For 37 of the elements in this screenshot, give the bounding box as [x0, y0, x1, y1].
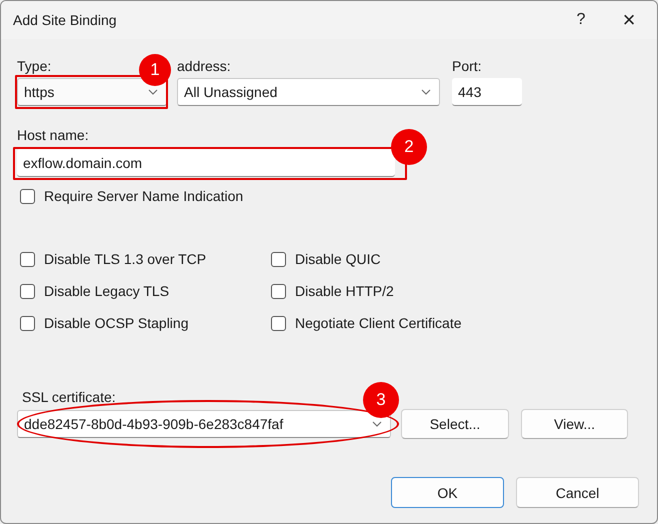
chevron-icon: [421, 89, 431, 95]
ip-address-label: address:: [177, 58, 231, 75]
checkbox-label[interactable]: Require Server Name Indication: [44, 188, 244, 204]
ssl-certificate-dropdown[interactable]: dde82457-8b0d-4b93-909b-6e283c847faf: [17, 410, 391, 438]
checkbox[interactable]: [20, 284, 35, 298]
port-field[interactable]: 443: [452, 78, 522, 106]
ssl-certificate-label: SSL certificate:: [22, 389, 116, 406]
chevron-icon: [372, 421, 382, 427]
callout-badge: 2: [391, 129, 427, 165]
checkbox-label[interactable]: Disable Legacy TLS: [44, 283, 170, 299]
certificate-button[interactable]: View...: [521, 409, 628, 439]
chevron-icon: [148, 89, 158, 95]
default-button[interactable]: OK: [391, 477, 504, 508]
ip-address-dropdown[interactable]: All Unassigned: [177, 78, 440, 106]
certificate-button[interactable]: Select...: [401, 409, 509, 439]
callout-badge: 1: [139, 54, 171, 86]
checkbox-label[interactable]: Disable QUIC: [295, 251, 381, 267]
checkbox-label[interactable]: Negotiate Client Certificate: [295, 315, 462, 331]
host-name-label: Host name:: [17, 127, 89, 144]
checkbox[interactable]: [271, 316, 286, 330]
host-name-field[interactable]: exflow.domain.com: [17, 149, 395, 177]
checkbox[interactable]: [271, 284, 286, 298]
type-label: Type:: [17, 58, 52, 75]
checkbox[interactable]: [20, 316, 35, 330]
port-label: Port:: [452, 58, 482, 75]
callout-badge: 3: [363, 382, 399, 418]
checkbox-label[interactable]: Disable TLS 1.3 over TCP: [44, 251, 206, 267]
close-button[interactable]: ×: [605, 1, 653, 39]
checkbox[interactable]: [271, 252, 286, 266]
help-button[interactable]: ?: [557, 1, 605, 39]
checkbox-label[interactable]: Disable OCSP Stapling: [44, 315, 188, 331]
dialog-button[interactable]: Cancel: [516, 477, 639, 508]
checkbox[interactable]: [20, 252, 35, 266]
type-dropdown[interactable]: https: [17, 78, 167, 106]
checkbox[interactable]: [20, 188, 35, 204]
checkbox-label[interactable]: Disable HTTP/2: [295, 283, 394, 299]
window-title: Add Site Binding: [12, 12, 118, 28]
